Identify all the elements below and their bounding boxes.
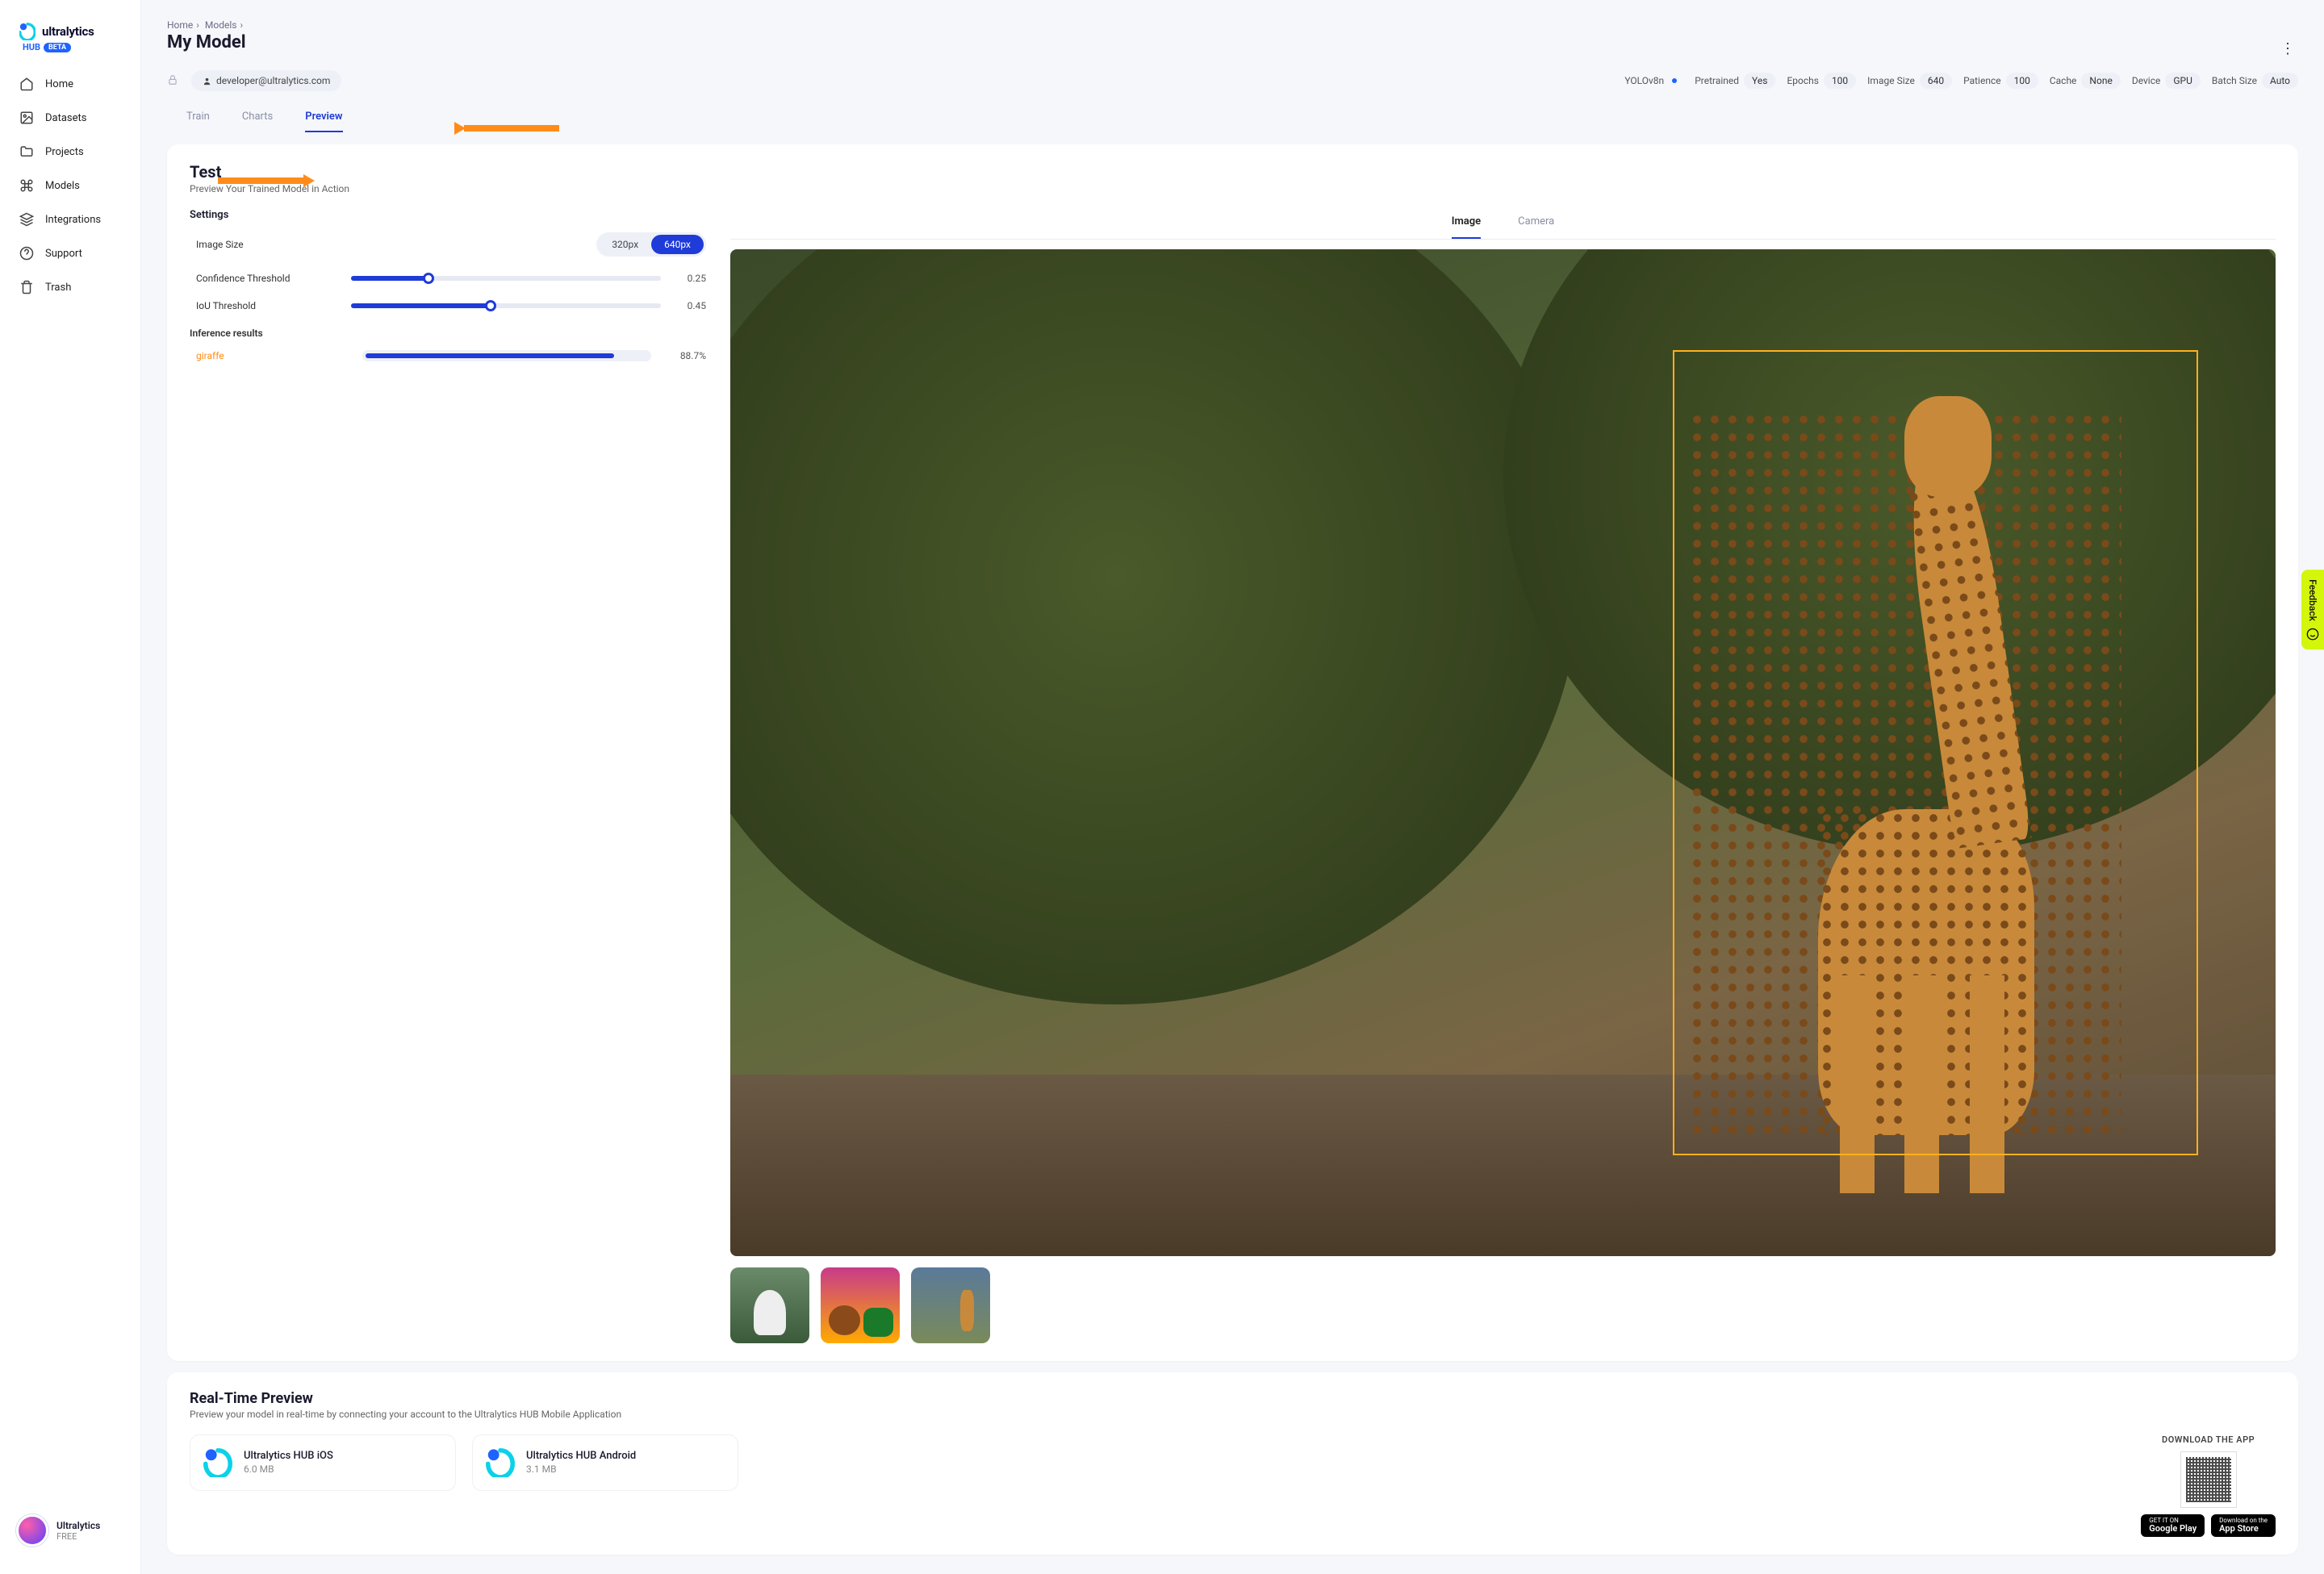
home-icon <box>19 77 34 91</box>
tabs: Train Charts Preview <box>167 102 2298 133</box>
settings-label: Settings <box>190 209 706 221</box>
nav-models[interactable]: Models <box>0 169 140 202</box>
imgsize-640[interactable]: 640px <box>651 235 704 254</box>
qr-code <box>2180 1451 2237 1508</box>
lock-icon <box>167 73 178 89</box>
logo-icon <box>486 1448 515 1477</box>
sidebar: ultralytics HUBBETA Home Datasets Projec… <box>0 0 141 1574</box>
meta-cache: CacheNone <box>2050 73 2121 89</box>
page-title: My Model <box>167 32 2298 52</box>
test-title: Test <box>190 162 2276 182</box>
avatar <box>16 1514 48 1547</box>
imgsize-320[interactable]: 320px <box>599 235 651 254</box>
user-icon <box>203 77 211 86</box>
nav-trash[interactable]: Trash <box>0 270 140 304</box>
account-plan: FREE <box>56 1531 100 1542</box>
tab-charts[interactable]: Charts <box>242 102 273 132</box>
meta-imgsize: Image Size640 <box>1867 73 1952 89</box>
google-play-button[interactable]: GET IT ONGoogle Play <box>2141 1514 2205 1538</box>
realtime-card: Real-Time Preview Preview your model in … <box>167 1372 2298 1555</box>
command-icon <box>19 178 34 193</box>
breadcrumb: Home› Models› <box>167 19 2298 31</box>
result-value: 88.7% <box>663 350 706 361</box>
setting-conf-label: Confidence Threshold <box>190 273 351 284</box>
crumb-models[interactable]: Models <box>205 19 237 31</box>
conf-value: 0.25 <box>671 273 706 284</box>
beta-badge: BETA <box>44 43 71 52</box>
detection-bbox <box>1673 350 2198 1155</box>
nav-datasets[interactable]: Datasets <box>0 101 140 135</box>
thumb-3[interactable] <box>911 1267 990 1343</box>
conf-slider[interactable] <box>351 276 661 281</box>
realtime-subtitle: Preview your model in real-time by conne… <box>190 1409 2276 1420</box>
result-row: giraffe 88.7% <box>190 350 706 361</box>
setting-iou-label: IoU Threshold <box>190 300 351 311</box>
trash-icon <box>19 280 34 294</box>
image-icon <box>19 111 34 125</box>
thumb-2[interactable] <box>821 1267 900 1343</box>
inference-label: Inference results <box>190 328 706 339</box>
result-bar <box>362 350 651 361</box>
thumbnails <box>730 1267 2276 1343</box>
preview-image <box>730 249 2276 1256</box>
realtime-title: Real-Time Preview <box>190 1390 2276 1407</box>
logo-icon <box>19 23 36 40</box>
meta-device: DeviceGPU <box>2132 73 2201 89</box>
smile-icon <box>2306 628 2319 641</box>
crumb-home[interactable]: Home <box>167 19 193 31</box>
logo-text: ultralytics <box>42 24 94 39</box>
account[interactable]: Ultralytics FREE <box>0 1503 140 1558</box>
main: Home› Models› My Model ⋮ developer@ultra… <box>141 0 2324 1574</box>
meta-model: YOLOv8n <box>1624 75 1683 86</box>
layers-icon <box>19 212 34 227</box>
iou-slider[interactable] <box>351 303 661 308</box>
meta-patience: Patience100 <box>1963 73 2038 89</box>
test-card: Test Preview Your Trained Model in Actio… <box>167 144 2298 1361</box>
logo-icon <box>203 1448 232 1477</box>
test-subtitle: Preview Your Trained Model in Action <box>190 183 2276 194</box>
preview-tab-image[interactable]: Image <box>1452 209 1481 239</box>
tab-preview[interactable]: Preview <box>305 102 342 132</box>
nav-support[interactable]: Support <box>0 236 140 270</box>
more-menu[interactable]: ⋮ <box>2280 40 2295 57</box>
meta-row: developer@ultralytics.com YOLOv8n Pretra… <box>167 70 2298 91</box>
app-store-button[interactable]: Download on theApp Store <box>2211 1514 2276 1538</box>
ios-card[interactable]: Ultralytics HUB iOS6.0 MB <box>190 1434 456 1491</box>
status-dot-icon <box>1672 78 1677 83</box>
meta-batch: Batch SizeAuto <box>2212 73 2298 89</box>
thumb-1[interactable] <box>730 1267 809 1343</box>
nav-home[interactable]: Home <box>0 67 140 101</box>
account-name: Ultralytics <box>56 1520 100 1531</box>
preview-tab-camera[interactable]: Camera <box>1518 209 1554 239</box>
folder-icon <box>19 144 34 159</box>
iou-value: 0.45 <box>671 300 706 311</box>
tab-train[interactable]: Train <box>186 102 210 132</box>
owner-chip[interactable]: developer@ultralytics.com <box>191 70 341 91</box>
imgsize-segment: 320px 640px <box>596 232 706 257</box>
nav-projects[interactable]: Projects <box>0 135 140 169</box>
result-class: giraffe <box>190 350 351 361</box>
nav-integrations[interactable]: Integrations <box>0 202 140 236</box>
logo[interactable]: ultralytics <box>0 16 140 60</box>
android-card[interactable]: Ultralytics HUB Android3.1 MB <box>472 1434 738 1491</box>
nav-list: Home Datasets Projects Models Integratio… <box>0 67 140 304</box>
feedback-tab[interactable]: Feedback <box>2301 570 2324 650</box>
download-app: DOWNLOAD THE APP GET IT ONGoogle Play Do… <box>2141 1434 2276 1538</box>
meta-pretrained: PretrainedYes <box>1695 73 1775 89</box>
help-icon <box>19 246 34 261</box>
logo-subtext: HUBBETA <box>21 42 140 52</box>
setting-imgsize-label: Image Size <box>190 239 351 250</box>
meta-epochs: Epochs100 <box>1787 73 1856 89</box>
